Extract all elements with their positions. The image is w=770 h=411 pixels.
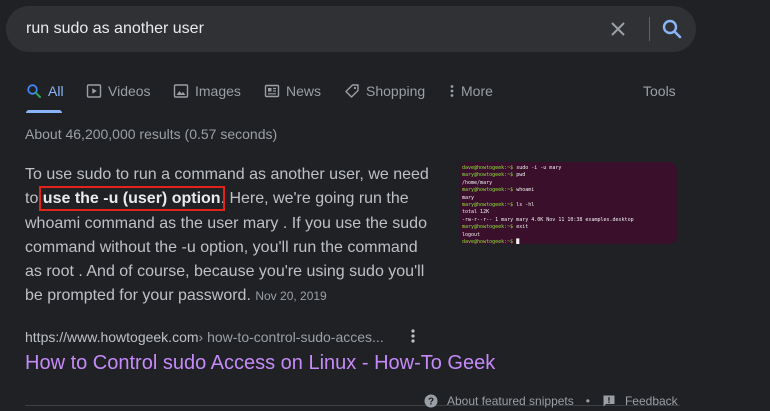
tab-all[interactable]: All [26, 80, 64, 102]
terminal-line: mary [462, 195, 677, 202]
tab-images[interactable]: Images [173, 80, 241, 102]
result-site: https://www.howtogeek.com [25, 329, 199, 345]
result-url[interactable]: https://www.howtogeek.com › how-to-contr… [25, 329, 384, 345]
clear-button[interactable] [606, 17, 630, 41]
video-icon [86, 84, 102, 98]
help-icon: ? [424, 394, 438, 408]
terminal-text: ls -hl [513, 202, 535, 209]
result-menu-button[interactable] [405, 327, 421, 345]
terminal-line: mary@howtogeek:~$ exit [462, 224, 677, 231]
tab-label: Videos [108, 83, 151, 99]
terminal-text: total 12K [462, 209, 490, 216]
terminal-prompt: mary@howtogeek:~$ [462, 202, 514, 209]
about-label: About featured snippets [447, 394, 574, 408]
more-vert-icon [450, 85, 454, 97]
snippet-text-after: . Here, we're going run the whoami comma… [25, 190, 427, 305]
search-divider [649, 17, 650, 41]
terminal-prompt: dave@howtogeek:~$ [462, 165, 514, 171]
terminal-text: -rw-r--r-- 1 mary mary 4.0K Nov 11 10:38… [462, 216, 634, 223]
tab-shopping[interactable]: Shopping [344, 80, 425, 102]
feedback-label: Feedback [624, 394, 678, 408]
search-icon [27, 84, 41, 98]
tab-label: Shopping [366, 83, 426, 99]
feedback-link[interactable]: Feedback [602, 394, 678, 408]
terminal-text: sudo -i -u mary [513, 165, 562, 171]
tools-label: Tools [643, 83, 676, 99]
news-icon [264, 84, 280, 98]
terminal-line: dave@howtogeek:~$ sudo -i -u mary [462, 165, 677, 172]
terminal-prompt: mary@howtogeek:~$ [462, 172, 514, 179]
tab-videos[interactable]: Videos [86, 80, 151, 102]
terminal-line: mary@howtogeek:~$ whoami [462, 187, 677, 194]
terminal-text: whoami [513, 187, 535, 194]
terminal-text: /home/mary [462, 179, 493, 186]
terminal-line: mary@howtogeek:~$ ls -hl [462, 202, 677, 209]
more-vert-icon [411, 329, 415, 343]
tab-label: News [286, 83, 322, 99]
search-input[interactable] [26, 6, 586, 52]
tab-news[interactable]: News [264, 80, 321, 102]
image-icon [173, 84, 189, 98]
tab-label: All [48, 83, 64, 99]
terminal-prompt: dave@howtogeek:~$ [462, 239, 514, 244]
terminal-line: /home/mary [462, 180, 677, 187]
tools-button[interactable]: Tools [643, 80, 676, 102]
terminal-line: dave@howtogeek:~$ █ [462, 239, 677, 244]
terminal-text: mary [462, 194, 475, 201]
terminal-line: mary@howtogeek:~$ pwd [462, 172, 677, 179]
tag-icon [345, 84, 359, 98]
terminal-text: logout [462, 231, 481, 238]
snippet-highlight: use the -u (user) option [38, 186, 225, 212]
close-icon [611, 22, 625, 36]
terminal-line: total 12K [462, 209, 677, 216]
search-bar [6, 6, 696, 52]
feedback-icon [603, 395, 615, 407]
result-path: › how-to-control-sudo-acces... [198, 329, 384, 345]
active-tab-indicator [26, 110, 62, 113]
about-featured-snippets-link[interactable]: ? About featured snippets [424, 394, 574, 408]
featured-snippet-text: To use sudo to run a command as another … [25, 163, 435, 309]
result-title-link[interactable]: How to Control sudo Access on Linux - Ho… [25, 352, 495, 375]
tab-label: Images [195, 83, 241, 99]
terminal-line: logout [462, 232, 677, 239]
terminal-text: █ [513, 239, 520, 244]
tab-label: More [461, 83, 493, 99]
terminal-text: pwd [513, 172, 526, 179]
snippet-thumbnail[interactable]: dave@howtogeek:~$ sudo -i -u mary mary@ho… [459, 162, 677, 244]
terminal-text: exit [513, 224, 529, 231]
search-button[interactable] [660, 17, 684, 41]
search-icon [662, 19, 682, 39]
terminal-prompt: mary@howtogeek:~$ [462, 224, 514, 231]
tab-more[interactable]: More [448, 80, 493, 102]
result-stats: About 46,200,000 results (0.57 seconds) [25, 126, 278, 142]
terminal-prompt: mary@howtogeek:~$ [462, 187, 514, 194]
snippet-footer: ? About featured snippets • Feedback [424, 394, 678, 408]
footer-separator: • [585, 394, 590, 408]
terminal-line: -rw-r--r-- 1 mary mary 4.0K Nov 11 10:38… [462, 217, 677, 224]
snippet-date: Nov 20, 2019 [255, 289, 327, 304]
search-tabs: All Videos Images News Shopping More Too… [0, 80, 770, 102]
svg-text:?: ? [428, 397, 434, 408]
